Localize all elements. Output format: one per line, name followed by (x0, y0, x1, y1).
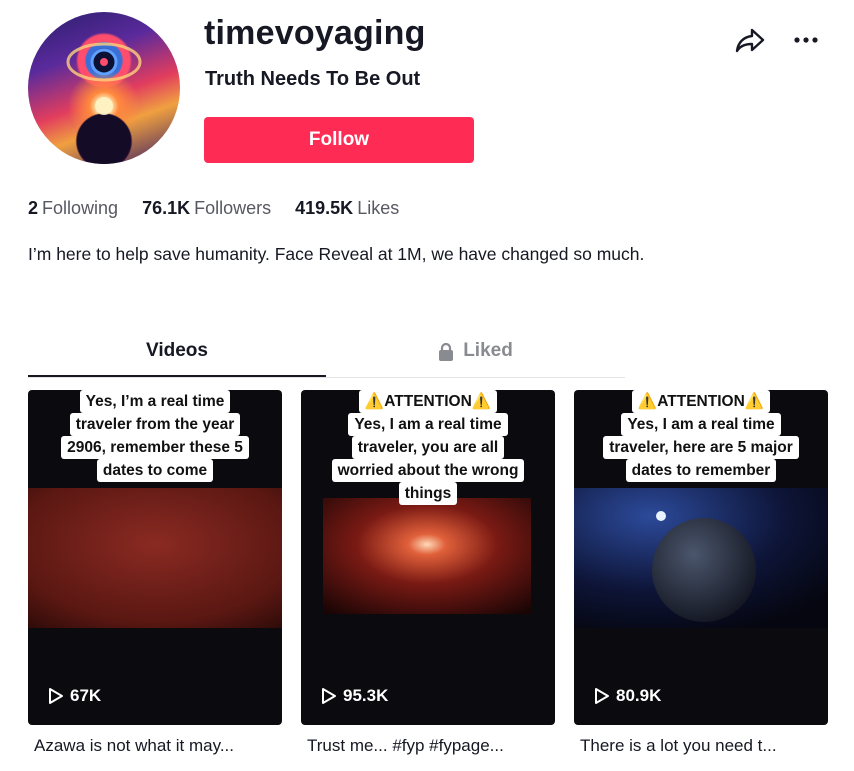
caption-line: dates to remember (625, 459, 777, 482)
play-count-value: 80.9K (616, 686, 662, 705)
video-card[interactable]: Yes, I’m a real time traveler from the y… (28, 390, 282, 725)
stat-following[interactable]: 2 Following (28, 198, 118, 219)
caption-line: Yes, I am a real time (621, 413, 781, 436)
stat-likes: 419.5K Likes (295, 198, 399, 219)
profile-header: timevoyaging Truth Needs To Be Out Follo… (28, 12, 828, 172)
caption-line: things (398, 482, 458, 505)
video-caption: Yes, I’m a real time traveler from the y… (28, 390, 282, 482)
video-thumbnail (323, 498, 531, 614)
video-thumbnail (574, 488, 828, 628)
caption-line: Yes, I am a real time (348, 413, 508, 436)
caption-line: ⚠️ATTENTION⚠️ (358, 390, 498, 413)
video-grid: Yes, I’m a real time traveler from the y… (28, 390, 828, 725)
profile-bio: I’m here to help save humanity. Face Rev… (28, 244, 645, 264)
caption-line: traveler, here are 5 major (603, 436, 799, 459)
caption-line: traveler from the year (69, 413, 241, 436)
stat-value: 419.5K (295, 198, 354, 218)
follow-button[interactable]: Follow (204, 117, 474, 163)
tab-videos[interactable]: Videos (28, 334, 326, 377)
caption-line: ⚠️ATTENTION⚠️ (631, 390, 771, 413)
video-description[interactable]: Azawa is not what it may... (34, 736, 234, 756)
profile-tabs: Videos Liked (28, 334, 625, 378)
video-card[interactable]: ⚠️ATTENTION⚠️ Yes, I am a real time trav… (301, 390, 555, 725)
video-caption: ⚠️ATTENTION⚠️ Yes, I am a real time trav… (301, 390, 555, 505)
stat-label: Likes (357, 198, 400, 218)
stat-label: Following (42, 198, 119, 218)
caption-line: traveler, you are all (351, 436, 505, 459)
profile-stats: 2 Following 76.1K Followers 419.5K Likes (28, 198, 399, 219)
play-count: 95.3K (321, 686, 388, 706)
lock-icon (439, 342, 454, 361)
stat-value: 76.1K (142, 198, 191, 218)
profile-username: timevoyaging (204, 14, 426, 52)
play-count: 80.9K (594, 686, 661, 706)
play-count: 67K (48, 686, 101, 706)
video-thumbnail (28, 488, 282, 628)
play-count-value: 67K (70, 686, 102, 705)
profile-subtitle: Truth Needs To Be Out (205, 68, 421, 90)
play-icon (322, 688, 336, 704)
caption-line: Yes, I’m a real time (79, 390, 231, 413)
play-count-value: 95.3K (343, 686, 389, 705)
stat-followers[interactable]: 76.1K Followers (142, 198, 271, 219)
video-description[interactable]: Trust me... #fyp #fypage... (307, 736, 504, 756)
video-card[interactable]: ⚠️ATTENTION⚠️ Yes, I am a real time trav… (574, 390, 828, 725)
video-caption: ⚠️ATTENTION⚠️ Yes, I am a real time trav… (574, 390, 828, 482)
play-icon (49, 688, 63, 704)
stat-label: Followers (194, 198, 272, 218)
caption-line: 2906, remember these 5 (61, 436, 249, 459)
caption-line: dates to come (96, 459, 214, 482)
caption-line: worried about the wrong (331, 459, 525, 482)
avatar-eye-art (66, 42, 142, 164)
more-options-icon[interactable] (790, 24, 822, 56)
stat-value: 2 (28, 198, 39, 218)
share-icon[interactable] (734, 24, 766, 56)
play-icon (595, 688, 609, 704)
avatar[interactable] (28, 12, 180, 164)
tab-liked[interactable]: Liked (326, 334, 624, 377)
tab-liked-label: Liked (463, 340, 513, 361)
video-description[interactable]: There is a lot you need t... (580, 736, 777, 756)
